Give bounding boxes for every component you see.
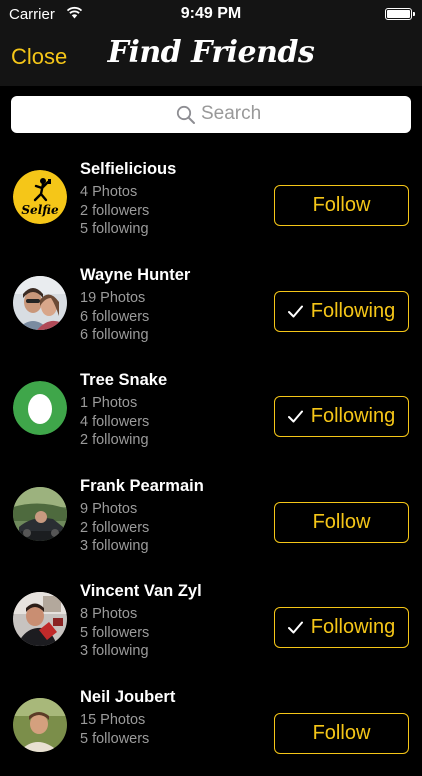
photo-count: 9 Photos <box>80 501 137 517</box>
user-name[interactable]: Wayne Hunter <box>80 266 190 285</box>
page-title: Find Friends <box>0 35 422 70</box>
following-button[interactable]: Following <box>274 291 409 332</box>
list-item: Tree Snake 1 Photos 4 followers 2 follow… <box>0 354 422 460</box>
user-name[interactable]: Frank Pearmain <box>80 477 204 496</box>
photo-count: 15 Photos <box>80 712 145 728</box>
list-item: Neil Joubert 15 Photos 5 followers Follo… <box>0 671 422 776</box>
following-count: 3 following <box>80 538 149 554</box>
status-bar: Carrier 9:49 PM <box>0 0 422 30</box>
follow-button-label: Follow <box>313 722 371 745</box>
egg-icon <box>13 381 67 435</box>
user-photo-icon <box>13 698 67 752</box>
follow-button-label: Follow <box>313 194 371 217</box>
follower-count: 2 followers <box>80 520 149 536</box>
list-item: Selfie Selfielicious 4 Photos 2 follower… <box>0 143 422 249</box>
selfie-logo-icon: Selfie <box>13 170 67 224</box>
follower-count: 4 followers <box>80 414 149 430</box>
clock: 9:49 PM <box>0 5 422 23</box>
following-button-label: Following <box>311 405 395 428</box>
user-photo-icon <box>13 592 67 646</box>
user-name[interactable]: Selfielicious <box>80 160 176 179</box>
avatar[interactable] <box>13 487 67 541</box>
checkmark-icon <box>288 305 303 318</box>
follow-button[interactable]: Follow <box>274 185 409 226</box>
follower-count: 5 followers <box>80 625 149 641</box>
user-name[interactable]: Neil Joubert <box>80 688 175 707</box>
photo-count: 1 Photos <box>80 395 137 411</box>
follower-count: 6 followers <box>80 309 149 325</box>
user-photo-icon <box>13 487 67 541</box>
search-box[interactable] <box>11 96 411 133</box>
photo-count: 19 Photos <box>80 290 145 306</box>
following-count: 6 following <box>80 327 149 343</box>
battery-icon <box>385 8 412 20</box>
avatar[interactable] <box>13 276 67 330</box>
avatar[interactable] <box>13 698 67 752</box>
follow-button[interactable]: Follow <box>274 713 409 754</box>
following-count: 2 following <box>80 432 149 448</box>
follow-button-label: Follow <box>313 511 371 534</box>
checkmark-icon <box>288 621 303 634</box>
checkmark-icon <box>288 410 303 423</box>
list-item: Vincent Van Zyl 8 Photos 5 followers 3 f… <box>0 565 422 671</box>
follower-count: 5 followers <box>80 731 149 747</box>
user-name[interactable]: Vincent Van Zyl <box>80 582 202 601</box>
user-name[interactable]: Tree Snake <box>80 371 167 390</box>
following-button-label: Following <box>311 616 395 639</box>
follower-count: 2 followers <box>80 203 149 219</box>
user-list: Selfie Selfielicious 4 Photos 2 follower… <box>0 143 422 776</box>
follow-button[interactable]: Follow <box>274 502 409 543</box>
list-item: Frank Pearmain 9 Photos 2 followers 3 fo… <box>0 460 422 566</box>
svg-text:Selfie: Selfie <box>21 203 59 217</box>
search-input[interactable] <box>201 102 381 126</box>
search-bar <box>0 86 422 143</box>
avatar[interactable] <box>13 592 67 646</box>
navigation-bar: Close Find Friends <box>0 30 422 86</box>
photo-count: 8 Photos <box>80 606 137 622</box>
list-item: Wayne Hunter 19 Photos 6 followers 6 fol… <box>0 249 422 355</box>
avatar[interactable]: Selfie <box>13 170 67 224</box>
following-button[interactable]: Following <box>274 607 409 648</box>
following-button-label: Following <box>311 300 395 323</box>
following-count: 5 following <box>80 221 149 237</box>
search-icon <box>176 105 196 125</box>
following-count: 3 following <box>80 643 149 659</box>
following-button[interactable]: Following <box>274 396 409 437</box>
photo-count: 4 Photos <box>80 184 137 200</box>
avatar[interactable] <box>13 381 67 435</box>
user-photo-icon <box>13 276 67 330</box>
